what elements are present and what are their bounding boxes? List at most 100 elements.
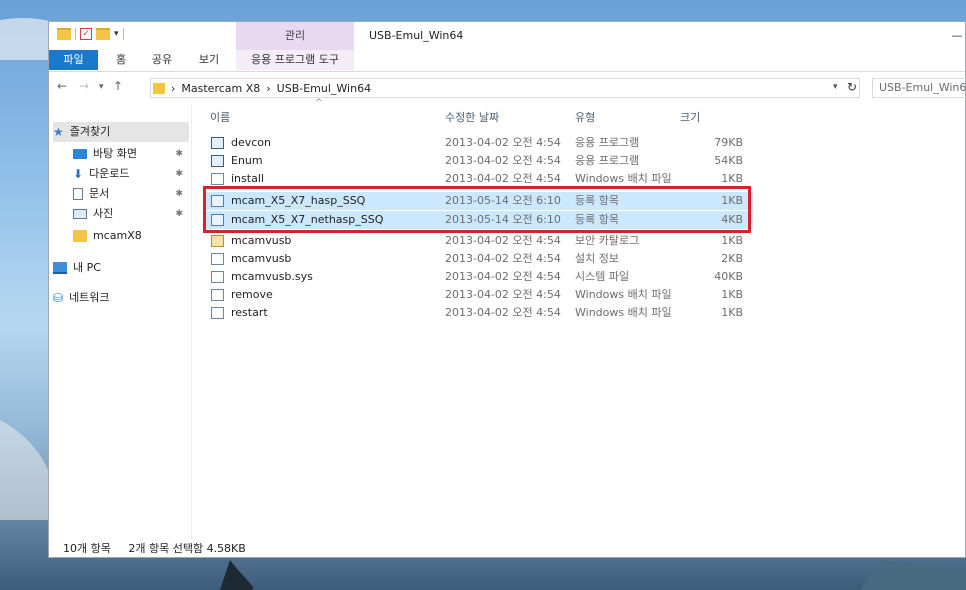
column-header-size[interactable]: 크기 [680, 108, 700, 128]
file-row-nethasp-ssq[interactable]: mcam_X5_X7_nethasp_SSQ 2013-05-14 오전 6:1… [205, 211, 753, 229]
batch-file-icon [211, 289, 224, 301]
manage-tab-group[interactable]: 관리 [236, 22, 354, 50]
file-type: 등록 항목 [575, 213, 619, 226]
file-name: mcamvusb.sys [231, 270, 313, 283]
file-date: 2013-04-02 오전 4:54 [445, 306, 561, 319]
file-name: restart [231, 306, 268, 319]
file-date: 2013-04-02 오전 4:54 [445, 136, 561, 149]
file-date: 2013-04-02 오전 4:54 [445, 172, 561, 185]
file-type: 응용 프로그램 [575, 154, 640, 167]
file-name: Enum [231, 154, 263, 167]
title-bar: ✓ ▾ 관리 USB-Emul_Win64 — [49, 22, 965, 50]
tab-share[interactable]: 공유 [147, 50, 177, 70]
file-row-enum[interactable]: Enum 2013-04-02 오전 4:54 응용 프로그램 54KB [205, 152, 753, 170]
breadcrumb-current[interactable]: USB-Emul_Win64 [277, 82, 371, 95]
file-row-restart[interactable]: restart 2013-04-02 오전 4:54 Windows 배치 파일… [205, 304, 753, 322]
file-date: 2013-05-14 오전 6:10 [445, 194, 561, 207]
new-folder-icon[interactable] [96, 28, 110, 40]
pin-icon[interactable]: ✱ [175, 204, 183, 224]
pc-icon [53, 262, 67, 274]
tab-application-tools[interactable]: 응용 프로그램 도구 [236, 50, 354, 70]
sidebar-item-label: 바탕 화면 [93, 147, 137, 160]
address-row: ← → ▾ ↑ › Mastercam X8 › USB-Emul_Win64 … [49, 72, 966, 104]
desktop-icon [73, 149, 87, 159]
file-size: 1KB [721, 234, 743, 247]
folder-icon [73, 230, 87, 242]
file-date: 2013-04-02 오전 4:54 [445, 234, 561, 247]
address-dropdown-icon[interactable]: ▾ [833, 82, 838, 92]
file-list: 이름 ^ 수정한 날짜 유형 크기 devcon 2013-04-02 오전 4… [205, 98, 765, 539]
file-row-devcon[interactable]: devcon 2013-04-02 오전 4:54 응용 프로그램 79KB [205, 134, 753, 152]
tab-file[interactable]: 파일 [49, 50, 98, 70]
file-row-hasp-ssq[interactable]: mcam_X5_X7_hasp_SSQ 2013-05-14 오전 6:10 등… [205, 192, 753, 210]
file-type: 응용 프로그램 [575, 136, 640, 149]
file-row-mcamvusb-sys[interactable]: mcamvusb.sys 2013-04-02 오전 4:54 시스템 파일 4… [205, 268, 753, 286]
sidebar-item-label: 내 PC [73, 261, 101, 274]
navigation-pane: ★ 즐겨찾기 바탕 화면 ✱ ⬇ 다운로드 ✱ 문서 ✱ 사진 ✱ mcamX8 [49, 104, 192, 539]
file-size: 1KB [721, 306, 743, 319]
chevron-right-icon[interactable]: › [171, 82, 175, 95]
tab-home[interactable]: 홈 [109, 50, 133, 70]
sidebar-item-pictures[interactable]: 사진 ✱ [73, 204, 189, 224]
file-size: 4KB [721, 213, 743, 226]
tab-view[interactable]: 보기 [194, 50, 224, 70]
back-arrow-icon[interactable]: ← [57, 79, 67, 93]
file-date: 2013-04-02 오전 4:54 [445, 252, 561, 265]
sidebar-item-label: 문서 [89, 187, 110, 200]
sidebar-item-this-pc[interactable]: 내 PC [53, 258, 189, 278]
breadcrumb-mastercam[interactable]: Mastercam X8 [181, 82, 260, 95]
file-date: 2013-05-14 오전 6:10 [445, 213, 561, 226]
file-size: 1KB [721, 172, 743, 185]
sidebar-item-documents[interactable]: 문서 ✱ [73, 184, 189, 204]
ribbon-tabs: 파일 홈 공유 보기 응용 프로그램 도구 [49, 50, 965, 72]
address-bar[interactable]: › Mastercam X8 › USB-Emul_Win64 [150, 78, 860, 98]
file-size: 1KB [721, 194, 743, 207]
file-type: 시스템 파일 [575, 270, 630, 283]
customize-toolbar-arrow-icon[interactable]: ▾ [114, 29, 119, 39]
file-size: 79KB [714, 136, 743, 149]
pin-icon[interactable]: ✱ [175, 144, 183, 164]
column-header-name[interactable]: 이름 [210, 108, 230, 128]
file-row-mcamvusb-cat[interactable]: mcamvusb 2013-04-02 오전 4:54 보안 카탈로그 1KB [205, 232, 753, 250]
file-name: mcam_X5_X7_hasp_SSQ [231, 194, 366, 207]
column-header-date[interactable]: 수정한 날짜 [445, 108, 499, 128]
refresh-icon[interactable]: ↻ [847, 80, 857, 94]
properties-check-icon[interactable]: ✓ [80, 28, 92, 40]
folder-icon[interactable] [57, 28, 71, 40]
file-date: 2013-04-02 오전 4:54 [445, 288, 561, 301]
pin-icon[interactable]: ✱ [175, 184, 183, 204]
file-type: 보안 카탈로그 [575, 234, 640, 247]
pin-icon[interactable]: ✱ [175, 164, 183, 184]
application-icon [211, 155, 224, 167]
sidebar-item-network[interactable]: ⛁ 네트워크 [53, 288, 189, 308]
download-icon: ⬇ [73, 167, 84, 181]
status-item-count: 10개 항목 [63, 542, 111, 555]
file-name: remove [231, 288, 273, 301]
sidebar-item-mcamx8[interactable]: mcamX8 [73, 226, 189, 246]
sidebar-item-label: 다운로드 [89, 167, 130, 180]
column-header-type[interactable]: 유형 [575, 108, 595, 128]
file-size: 54KB [714, 154, 743, 167]
minimize-button[interactable]: — [949, 22, 965, 50]
sidebar-item-favorites[interactable]: ★ 즐겨찾기 [53, 122, 189, 142]
search-input[interactable]: USB-Emul_Win64 [872, 78, 966, 98]
file-name: mcam_X5_X7_nethasp_SSQ [231, 213, 384, 226]
file-row-install[interactable]: install 2013-04-02 오전 4:54 Windows 배치 파일… [205, 170, 753, 188]
sidebar-item-downloads[interactable]: ⬇ 다운로드 ✱ [73, 164, 189, 184]
document-icon [73, 188, 83, 200]
chevron-right-icon[interactable]: › [266, 82, 270, 95]
batch-file-icon [211, 307, 224, 319]
file-row-mcamvusb-inf[interactable]: mcamvusb 2013-04-02 오전 4:54 설치 정보 2KB [205, 250, 753, 268]
forward-arrow-icon[interactable]: → [79, 79, 89, 93]
file-name: install [231, 172, 264, 185]
sidebar-item-label: 즐겨찾기 [69, 125, 111, 138]
recent-locations-icon[interactable]: ▾ [99, 82, 104, 92]
sort-ascending-icon: ^ [315, 98, 323, 108]
file-size: 2KB [721, 252, 743, 265]
up-arrow-icon[interactable]: ↑ [113, 79, 123, 93]
registry-file-icon [211, 195, 224, 207]
batch-file-icon [211, 173, 224, 185]
explorer-window: ✓ ▾ 관리 USB-Emul_Win64 — 파일 홈 공유 보기 응용 프로… [48, 21, 966, 558]
sidebar-item-desktop[interactable]: 바탕 화면 ✱ [73, 144, 189, 164]
file-row-remove[interactable]: remove 2013-04-02 오전 4:54 Windows 배치 파일 … [205, 286, 753, 304]
